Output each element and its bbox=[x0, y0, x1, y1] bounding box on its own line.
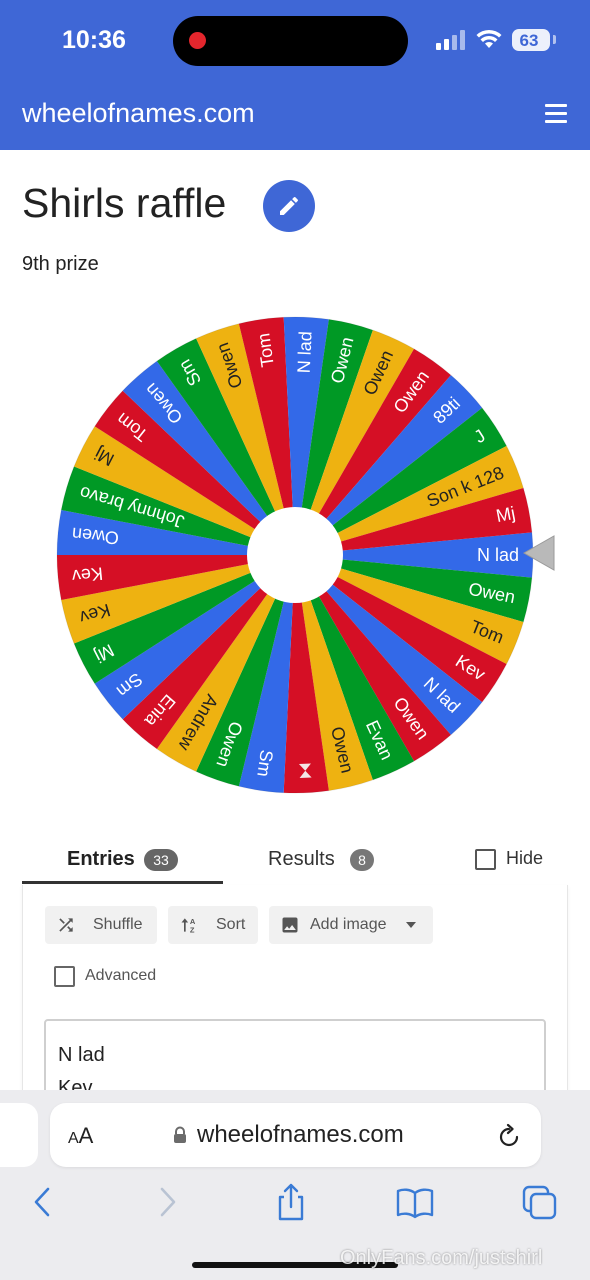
site-title[interactable]: wheelofnames.com bbox=[22, 98, 255, 129]
hide-checkbox[interactable] bbox=[475, 849, 496, 870]
tab-results[interactable]: Results 8 bbox=[268, 842, 398, 882]
sort-button[interactable]: A Z Sort bbox=[168, 906, 258, 944]
shuffle-label: Shuffle bbox=[93, 916, 143, 933]
wheel-slice-label: Kev bbox=[71, 563, 104, 586]
recording-dot-icon bbox=[189, 32, 206, 49]
add-image-button[interactable]: Add image bbox=[269, 906, 433, 944]
battery-level: 63 bbox=[519, 31, 539, 50]
advanced-label[interactable]: Advanced bbox=[85, 967, 156, 985]
address-url[interactable]: wheelofnames.com bbox=[197, 1121, 404, 1149]
sort-label: Sort bbox=[216, 916, 246, 933]
status-time: 10:36 bbox=[62, 26, 126, 54]
advanced-checkbox[interactable] bbox=[54, 966, 75, 987]
wheel-slice-label: N lad bbox=[477, 545, 519, 565]
previous-tab-preview[interactable] bbox=[0, 1103, 38, 1167]
reader-options-button[interactable]: AA bbox=[68, 1123, 93, 1149]
svg-text:Z: Z bbox=[190, 926, 195, 935]
wheel-slice-label: Sm bbox=[253, 749, 277, 779]
entry-line: N lad bbox=[58, 1044, 105, 1066]
active-tab-indicator bbox=[22, 881, 223, 884]
hamburger-menu-icon[interactable] bbox=[545, 104, 567, 124]
signal-icon bbox=[436, 30, 466, 50]
watermark: OnlyFans.com/justshirl bbox=[340, 1247, 543, 1269]
image-icon bbox=[282, 917, 298, 933]
wheel-canvas[interactable]: N ladOwenTomKevN ladOwenEvanOwenSmOwenAn… bbox=[55, 315, 535, 795]
edit-title-button[interactable] bbox=[263, 180, 315, 232]
page-title: Shirls raffle bbox=[22, 180, 227, 226]
bookmarks-icon[interactable] bbox=[395, 1183, 435, 1221]
wheel-slice-label: Mj bbox=[494, 503, 516, 526]
tabs-icon[interactable] bbox=[520, 1183, 560, 1221]
shuffle-button[interactable]: Shuffle bbox=[45, 906, 157, 944]
triangle-pointer-icon bbox=[522, 535, 555, 571]
tab-entries-label: Entries bbox=[67, 848, 135, 870]
back-icon[interactable] bbox=[26, 1183, 66, 1221]
name-wheel[interactable]: N lad Owen Tom Kev N lad Owen Evan Owen Sm Owen An… bbox=[55, 315, 535, 795]
sort-icon: A Z bbox=[181, 917, 196, 935]
battery-nub bbox=[553, 35, 556, 44]
results-count-badge: 8 bbox=[350, 849, 374, 871]
forward-icon[interactable] bbox=[148, 1183, 188, 1221]
shuffle-icon bbox=[59, 918, 73, 932]
wheel-slice-label: N lad bbox=[294, 331, 316, 374]
tab-results-label: Results bbox=[268, 848, 335, 870]
entries-count-badge: 33 bbox=[144, 849, 178, 871]
tab-entries[interactable]: Entries 33 bbox=[22, 842, 223, 884]
aa-large: A bbox=[78, 1123, 94, 1148]
page-subtitle: 9th prize bbox=[22, 253, 99, 275]
reload-icon[interactable] bbox=[496, 1122, 522, 1150]
caret-down-icon bbox=[406, 922, 416, 928]
battery-icon: 63 bbox=[512, 29, 550, 51]
share-icon[interactable] bbox=[271, 1183, 311, 1221]
pencil-icon bbox=[280, 196, 299, 215]
lock-icon bbox=[174, 1126, 186, 1143]
hide-label[interactable]: Hide bbox=[506, 848, 543, 869]
wifi-icon bbox=[476, 29, 502, 48]
aa-small: A bbox=[68, 1130, 79, 1147]
wheel-center[interactable] bbox=[247, 507, 343, 603]
add-image-label: Add image bbox=[310, 916, 387, 933]
dynamic-island bbox=[173, 16, 408, 66]
